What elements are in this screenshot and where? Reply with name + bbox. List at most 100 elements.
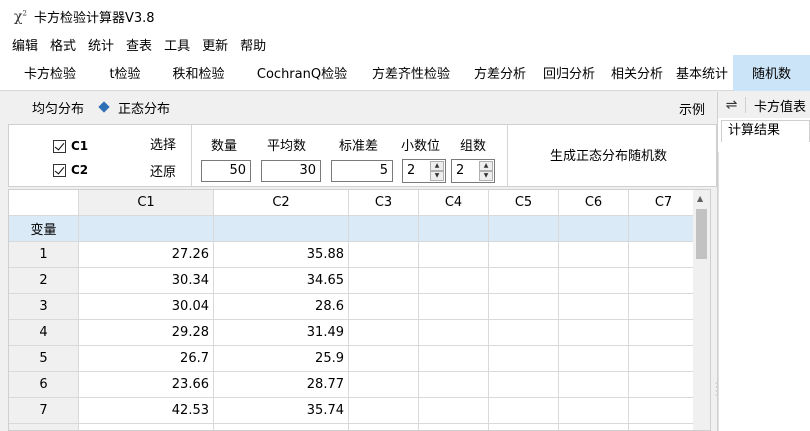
menu-update[interactable]: 更新 xyxy=(202,35,228,54)
table-cell[interactable]: 23.66 xyxy=(79,372,214,398)
tab-chi-square[interactable]: 卡方检验 xyxy=(0,55,100,91)
table-cell[interactable] xyxy=(629,242,699,268)
table-cell[interactable] xyxy=(629,372,699,398)
row-header[interactable]: 1 xyxy=(9,242,79,268)
table-cell[interactable] xyxy=(629,216,699,242)
table-cell[interactable] xyxy=(349,346,419,372)
table-cell[interactable]: 27.26 xyxy=(79,242,214,268)
tab-correlation[interactable]: 相关分析 xyxy=(603,55,671,91)
table-cell[interactable] xyxy=(489,294,559,320)
table-cell[interactable]: 28.77 xyxy=(214,372,349,398)
column-header[interactable]: C6 xyxy=(559,190,629,216)
tab-variance-homogeneity[interactable]: 方差齐性检验 xyxy=(357,55,465,91)
table-cell[interactable] xyxy=(489,216,559,242)
restore-button[interactable]: 还原 xyxy=(150,161,176,180)
table-cell[interactable] xyxy=(349,398,419,424)
table-cell[interactable] xyxy=(79,424,214,430)
groups-stepper[interactable]: 2 ▲ ▼ xyxy=(451,159,495,183)
table-cell[interactable] xyxy=(559,216,629,242)
stepper-up-icon[interactable]: ▲ xyxy=(430,161,444,171)
table-cell[interactable] xyxy=(629,320,699,346)
table-cell[interactable] xyxy=(489,320,559,346)
table-cell[interactable]: 35.88 xyxy=(214,242,349,268)
table-cell[interactable] xyxy=(419,294,489,320)
table-cell[interactable]: 28.6 xyxy=(214,294,349,320)
column-header[interactable]: C5 xyxy=(489,190,559,216)
table-cell[interactable]: 35.74 xyxy=(214,398,349,424)
table-cell[interactable] xyxy=(79,216,214,242)
vertical-scrollbar[interactable]: ▲ xyxy=(693,190,710,430)
row-header[interactable]: 4 xyxy=(9,320,79,346)
table-cell[interactable] xyxy=(559,268,629,294)
count-input[interactable]: 50 xyxy=(201,160,251,182)
sd-input[interactable]: 5 xyxy=(331,160,393,182)
table-cell[interactable] xyxy=(489,372,559,398)
scroll-up-icon[interactable]: ▲ xyxy=(697,194,703,203)
row-header[interactable]: 7 xyxy=(9,398,79,424)
table-cell[interactable] xyxy=(419,424,489,430)
tab-regression[interactable]: 回归分析 xyxy=(535,55,603,91)
tab-cochran-q[interactable]: CochranQ检验 xyxy=(247,55,357,91)
row-header[interactable]: 3 xyxy=(9,294,79,320)
mean-input[interactable]: 30 xyxy=(261,160,321,182)
table-cell[interactable] xyxy=(419,320,489,346)
table-cell[interactable]: 30.04 xyxy=(79,294,214,320)
column-header[interactable]: C1 xyxy=(79,190,214,216)
table-cell[interactable] xyxy=(349,216,419,242)
menu-format[interactable]: 格式 xyxy=(50,35,76,54)
table-cell[interactable] xyxy=(559,320,629,346)
checkbox-c1[interactable]: C1 xyxy=(53,139,88,153)
table-cell[interactable] xyxy=(489,424,559,430)
table-cell[interactable]: 26.7 xyxy=(79,346,214,372)
table-cell[interactable] xyxy=(559,242,629,268)
table-cell[interactable]: 42.53 xyxy=(79,398,214,424)
table-cell[interactable] xyxy=(349,372,419,398)
uniform-distribution-option[interactable]: 均匀分布 xyxy=(32,98,84,117)
table-cell[interactable] xyxy=(419,346,489,372)
splitter-handle-icon[interactable]: · · · · xyxy=(715,380,718,400)
swap-icon[interactable]: ⇌ xyxy=(718,97,746,113)
column-header[interactable]: C2 xyxy=(214,190,349,216)
generate-normal-random-button[interactable]: 生成正态分布随机数 xyxy=(550,145,667,164)
table-cell[interactable] xyxy=(559,372,629,398)
stepper-down-icon[interactable]: ▼ xyxy=(479,171,493,181)
row-header[interactable]: 变量 xyxy=(9,216,79,242)
table-cell[interactable] xyxy=(419,268,489,294)
tab-basic-stats[interactable]: 基本统计 xyxy=(671,55,733,91)
menu-help[interactable]: 帮助 xyxy=(240,35,266,54)
checkbox-c2[interactable]: C2 xyxy=(53,163,88,177)
table-cell[interactable] xyxy=(489,398,559,424)
table-cell[interactable] xyxy=(419,242,489,268)
table-cell[interactable] xyxy=(419,216,489,242)
menu-edit[interactable]: 编辑 xyxy=(12,35,38,54)
table-cell[interactable]: 34.65 xyxy=(214,268,349,294)
table-cell[interactable] xyxy=(489,268,559,294)
table-cell[interactable] xyxy=(559,294,629,320)
table-cell[interactable] xyxy=(629,294,699,320)
table-cell[interactable] xyxy=(559,398,629,424)
table-cell[interactable] xyxy=(629,268,699,294)
column-header[interactable]: C4 xyxy=(419,190,489,216)
menu-stats[interactable]: 统计 xyxy=(88,35,114,54)
table-cell[interactable] xyxy=(214,424,349,430)
table-cell[interactable] xyxy=(349,424,419,430)
table-cell[interactable] xyxy=(349,294,419,320)
table-cell[interactable] xyxy=(629,424,699,430)
row-header[interactable]: 2 xyxy=(9,268,79,294)
table-cell[interactable] xyxy=(629,346,699,372)
stepper-down-icon[interactable]: ▼ xyxy=(430,171,444,181)
table-cell[interactable] xyxy=(349,242,419,268)
normal-distribution-option[interactable]: 正态分布 xyxy=(98,98,170,117)
row-header[interactable]: 5 xyxy=(9,346,79,372)
column-header[interactable]: C3 xyxy=(349,190,419,216)
table-cell[interactable]: 30.34 xyxy=(79,268,214,294)
table-cell[interactable] xyxy=(419,398,489,424)
row-header[interactable]: 6 xyxy=(9,372,79,398)
tab-rank-sum[interactable]: 秩和检验 xyxy=(150,55,247,91)
table-cell[interactable] xyxy=(349,320,419,346)
table-cell[interactable] xyxy=(629,398,699,424)
table-cell[interactable] xyxy=(559,424,629,430)
stepper-up-icon[interactable]: ▲ xyxy=(479,161,493,171)
table-cell[interactable]: 31.49 xyxy=(214,320,349,346)
chi-square-table-title[interactable]: 卡方值表 xyxy=(754,96,806,115)
